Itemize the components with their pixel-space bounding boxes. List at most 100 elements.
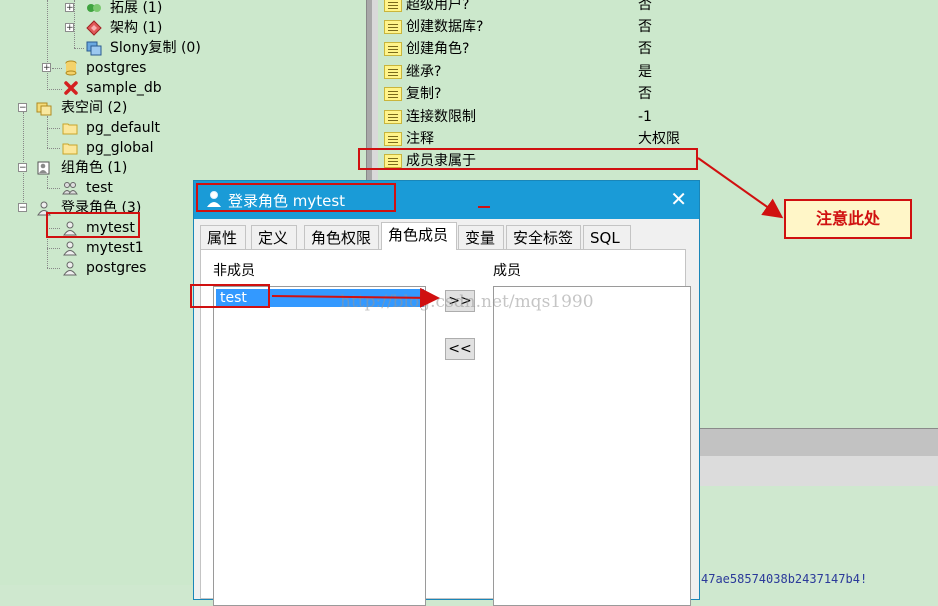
tree-guide-line (47, 116, 48, 148)
property-icon (384, 110, 402, 124)
group-roles-icon (37, 161, 50, 175)
non-member-label: 非成员 (213, 263, 255, 279)
remove-member-button[interactable]: << (445, 338, 475, 360)
non-member-list[interactable]: test (213, 286, 426, 606)
tablespaces-icon (36, 102, 52, 116)
property-value: 否 (638, 86, 652, 102)
tree-item-label: 架构 (1) (110, 20, 163, 36)
tab-label: 变量 (465, 229, 496, 247)
sql-pane-toolbar (700, 428, 938, 457)
tab-label: 安全标签 (513, 229, 574, 247)
tab-label: 定义 (258, 229, 289, 247)
extension-icon (87, 4, 101, 12)
tree-item-label: pg_global (86, 140, 154, 156)
property-row[interactable]: 复制? 否 (384, 83, 934, 105)
property-row[interactable]: 创建角色? 否 (384, 38, 934, 60)
tab-label: SQL (590, 229, 620, 247)
tree-guide-line (47, 89, 62, 90)
tab-properties[interactable]: 属性 (200, 225, 246, 249)
tree-item-label: Slony复制 (0) (110, 40, 201, 56)
property-name: 创建角色? (406, 41, 470, 57)
tree-guide-line (47, 268, 60, 269)
tab-role-membership[interactable]: 角色成员 (381, 222, 457, 250)
tree-guide-line (47, 176, 48, 188)
tree-guide-line (47, 188, 60, 189)
property-icon (384, 42, 402, 56)
highlight-box-mytest (46, 212, 140, 238)
tree-item-label: sample_db (86, 80, 162, 96)
expand-toggle[interactable]: + (65, 3, 74, 13)
highlight-box-dialog-title (196, 183, 396, 212)
tree-guide-line (74, 48, 84, 49)
property-icon (384, 87, 402, 101)
tree-guide-line (47, 148, 60, 149)
slony-icon (86, 41, 102, 56)
property-name: 超级用户? (406, 0, 470, 13)
tree-item-label: postgres (86, 260, 147, 276)
tree-guide-line (47, 0, 48, 90)
tab-label: 属性 (207, 229, 238, 247)
expand-toggle[interactable]: + (42, 63, 51, 73)
sql-pane (700, 486, 938, 585)
group-icon (62, 182, 78, 195)
property-value: 是 (638, 64, 652, 80)
tab-definition[interactable]: 定义 (251, 225, 297, 249)
property-row[interactable]: 继承? 是 (384, 61, 934, 83)
property-row[interactable]: 注释 大权限 (384, 128, 934, 150)
property-name: 连接数限制 (406, 109, 476, 125)
property-row[interactable]: 创建数据库? 否 (384, 16, 934, 38)
highlight-box-test-item (190, 284, 270, 308)
tab-sql[interactable]: SQL (583, 225, 631, 249)
disconnected-database-icon (64, 81, 78, 95)
folder-icon (62, 143, 78, 155)
user-icon (63, 261, 77, 276)
collapse-toggle[interactable]: − (18, 103, 27, 113)
tree-guide-line (47, 248, 60, 249)
watermark: http://blog.csdn.net/mqs1990 (340, 292, 594, 312)
tab-security-labels[interactable]: 安全标签 (506, 225, 581, 249)
tree-guide-line (52, 68, 62, 69)
property-row[interactable]: 超级用户? 否 (384, 0, 934, 16)
tree-item-label: 组角色 (1) (61, 160, 128, 176)
member-list[interactable] (493, 286, 691, 606)
tree-item-label: pg_default (86, 120, 161, 136)
property-row[interactable]: 连接数限制 -1 (384, 106, 934, 128)
schema-icon (86, 20, 102, 36)
close-icon[interactable]: ✕ (670, 188, 687, 210)
tree-item-label: mytest1 (86, 240, 144, 256)
database-icon (65, 60, 77, 76)
tree-guide-line (23, 112, 24, 208)
tab-label: 角色权限 (311, 229, 372, 247)
sql-pane-header (700, 456, 938, 486)
property-name: 继承? (406, 64, 442, 80)
property-icon (384, 65, 402, 79)
member-label: 成员 (493, 263, 521, 279)
tab-role-privileges[interactable]: 角色权限 (304, 225, 379, 249)
property-value: 大权限 (638, 131, 680, 147)
highlight-box-member-of (358, 148, 698, 170)
property-value: 否 (638, 19, 652, 35)
property-name: 复制? (406, 86, 442, 102)
property-name: 创建数据库? (406, 19, 484, 35)
property-icon (384, 20, 402, 34)
sql-pane-text: 47ae58574038b2437147b4! (701, 572, 868, 586)
tree-item-label: 表空间 (2) (61, 100, 128, 116)
tab-variables[interactable]: 变量 (458, 225, 504, 249)
folder-icon (62, 123, 78, 135)
property-icon (384, 0, 402, 12)
tree-guide-line (74, 0, 75, 48)
login-role-dialog: 登录角色 mytest ✕ 属性 定义 角色权限 角色成员 变量 安全标签 SQ… (193, 180, 700, 606)
tree-item-label: 拓展 (1) (110, 0, 163, 16)
property-value: -1 (638, 109, 652, 125)
collapse-toggle[interactable]: − (18, 203, 27, 213)
collapse-toggle[interactable]: − (18, 163, 27, 173)
tab-label: 角色成员 (388, 226, 449, 244)
tree-guide-line (47, 128, 60, 129)
expand-toggle[interactable]: + (65, 23, 74, 33)
property-value: 否 (638, 41, 652, 57)
property-name: 注释 (406, 131, 434, 147)
tree-item-label: postgres (86, 60, 147, 76)
property-value: 否 (638, 0, 652, 13)
property-icon (384, 132, 402, 146)
tree-item-label: test (86, 180, 113, 196)
